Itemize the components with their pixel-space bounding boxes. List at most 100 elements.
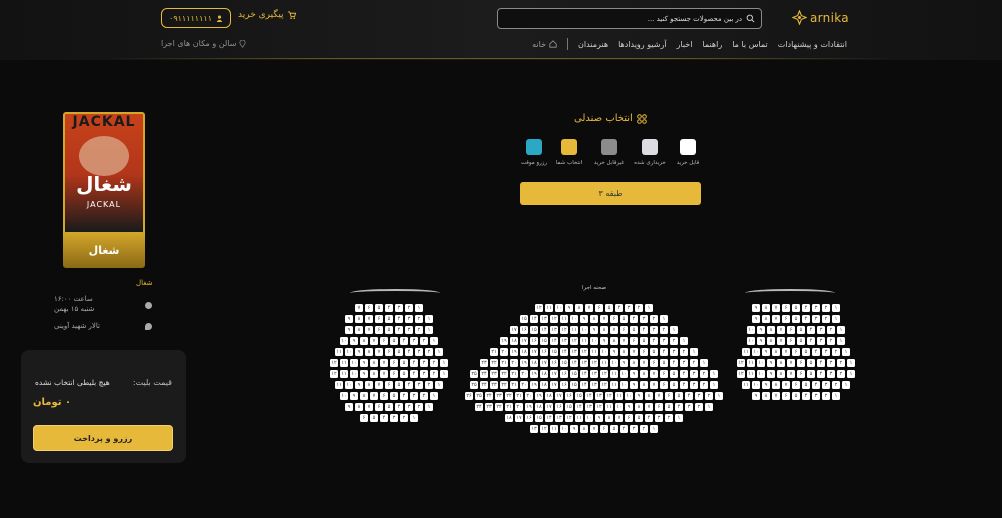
- center-block-seat[interactable]: ۱۶: [540, 348, 548, 356]
- right-block-seat[interactable]: ۵: [792, 304, 800, 312]
- center-block-seat[interactable]: ۱: [710, 370, 718, 378]
- center-block-seat[interactable]: ۷: [620, 337, 628, 345]
- center-block-seat[interactable]: ۲۴: [480, 370, 488, 378]
- right-block-seat[interactable]: ۷: [772, 304, 780, 312]
- center-block-seat[interactable]: ۱۳: [560, 337, 568, 345]
- center-block-seat[interactable]: ۲۵: [470, 381, 478, 389]
- center-block-seat[interactable]: ۲۰: [520, 370, 528, 378]
- left-block-seat[interactable]: ۳: [405, 326, 413, 334]
- center-block-seat[interactable]: ۱: [700, 359, 708, 367]
- right-block-seat[interactable]: ۲: [822, 315, 830, 323]
- center-block-seat[interactable]: ۱۴: [560, 348, 568, 356]
- left-block-seat[interactable]: ۱: [430, 392, 438, 400]
- right-block-seat[interactable]: ۷: [777, 326, 785, 334]
- left-block-seat[interactable]: ۳: [410, 337, 418, 345]
- right-block-seat[interactable]: ۱۱: [747, 370, 755, 378]
- center-block-seat[interactable]: ۲: [640, 425, 648, 433]
- left-block-seat[interactable]: ۳: [405, 403, 413, 411]
- nav-home[interactable]: خانه: [532, 40, 557, 49]
- center-block-seat[interactable]: ۲: [700, 381, 708, 389]
- right-block-seat[interactable]: ۶: [782, 304, 790, 312]
- center-block-seat[interactable]: ۶: [660, 370, 668, 378]
- center-block-seat[interactable]: ۹: [565, 304, 573, 312]
- right-block-seat[interactable]: ۲: [837, 370, 845, 378]
- center-block-seat[interactable]: ۱۱: [550, 425, 558, 433]
- center-block-seat[interactable]: ۶: [665, 392, 673, 400]
- right-block-seat[interactable]: ۵: [797, 337, 805, 345]
- left-block-seat[interactable]: ۵: [385, 315, 393, 323]
- center-block-seat[interactable]: ۱۶: [560, 381, 568, 389]
- left-block-seat[interactable]: ۱: [425, 315, 433, 323]
- left-block-seat[interactable]: ۲: [405, 304, 413, 312]
- center-block-seat[interactable]: ۱۶: [520, 326, 528, 334]
- left-block-seat[interactable]: ۴: [395, 326, 403, 334]
- left-block-seat[interactable]: ۲: [415, 403, 423, 411]
- right-block-seat[interactable]: ۶: [782, 392, 790, 400]
- left-block-seat[interactable]: ۵: [400, 359, 408, 367]
- left-block-seat[interactable]: ۱: [425, 403, 433, 411]
- left-block-seat[interactable]: ۷: [365, 326, 373, 334]
- left-block-seat[interactable]: ۸: [370, 370, 378, 378]
- center-block-seat[interactable]: ۲۱: [510, 370, 518, 378]
- center-block-seat[interactable]: ۳: [680, 359, 688, 367]
- left-block-seat[interactable]: ۱۰: [340, 392, 348, 400]
- left-block-seat[interactable]: ۵: [395, 381, 403, 389]
- center-block-seat[interactable]: ۱۱: [570, 326, 578, 334]
- left-block-seat[interactable]: ۵: [370, 414, 378, 422]
- right-block-seat[interactable]: ۳: [812, 304, 820, 312]
- left-block-seat[interactable]: ۹: [350, 337, 358, 345]
- center-block-seat[interactable]: ۱۴: [550, 337, 558, 345]
- left-block-seat[interactable]: ۶: [380, 392, 388, 400]
- center-block-seat[interactable]: ۱: [675, 414, 683, 422]
- right-block-seat[interactable]: ۲: [827, 337, 835, 345]
- left-block-seat[interactable]: ۲: [415, 326, 423, 334]
- center-block-seat[interactable]: ۴: [620, 425, 628, 433]
- center-block-seat[interactable]: ۵: [670, 381, 678, 389]
- center-block-seat[interactable]: ۱۷: [510, 326, 518, 334]
- center-block-seat[interactable]: ۹: [635, 392, 643, 400]
- left-block-seat[interactable]: ۵: [375, 304, 383, 312]
- right-block-seat[interactable]: ۵: [792, 315, 800, 323]
- center-block-seat[interactable]: ۲: [635, 304, 643, 312]
- center-block-seat[interactable]: ۱۳: [590, 370, 598, 378]
- center-block-seat[interactable]: ۲۴: [475, 403, 483, 411]
- center-block-seat[interactable]: ۵: [605, 304, 613, 312]
- left-block-seat[interactable]: ۵: [390, 337, 398, 345]
- center-block-seat[interactable]: ۳: [655, 414, 663, 422]
- center-block-seat[interactable]: ۴: [685, 392, 693, 400]
- center-block-seat[interactable]: ۲: [690, 359, 698, 367]
- left-block-seat[interactable]: ۶: [385, 381, 393, 389]
- center-block-seat[interactable]: ۱۰: [625, 392, 633, 400]
- right-block-seat[interactable]: ۶: [797, 359, 805, 367]
- left-block-seat[interactable]: ۲: [420, 337, 428, 345]
- center-block-seat[interactable]: ۷: [640, 359, 648, 367]
- left-block-seat[interactable]: ۹: [345, 403, 353, 411]
- center-block-seat[interactable]: ۱۷: [515, 414, 523, 422]
- left-block-seat[interactable]: ۱: [435, 381, 443, 389]
- left-block-seat[interactable]: ۵: [395, 348, 403, 356]
- center-block-seat[interactable]: ۱۲: [590, 359, 598, 367]
- right-block-seat[interactable]: ۹: [762, 381, 770, 389]
- center-block-seat[interactable]: ۲۲: [495, 403, 503, 411]
- center-block-seat[interactable]: ۱۵: [550, 348, 558, 356]
- right-block-seat[interactable]: ۹: [752, 304, 760, 312]
- left-block-seat[interactable]: ۱۰: [350, 370, 358, 378]
- right-block-seat[interactable]: ۶: [782, 315, 790, 323]
- right-block-seat[interactable]: ۱۱: [747, 359, 755, 367]
- center-block-seat[interactable]: ۲۵: [470, 370, 478, 378]
- center-block-seat[interactable]: ۱۴: [580, 381, 588, 389]
- left-block-seat[interactable]: ۷: [365, 315, 373, 323]
- center-block-seat[interactable]: ۵: [670, 370, 678, 378]
- center-block-seat[interactable]: ۱۶: [530, 337, 538, 345]
- left-block-seat[interactable]: ۷: [365, 403, 373, 411]
- left-block-seat[interactable]: ۷: [375, 348, 383, 356]
- right-block-seat[interactable]: ۱۲: [737, 359, 745, 367]
- left-block-seat[interactable]: ۶: [365, 304, 373, 312]
- center-block-seat[interactable]: ۱: [705, 403, 713, 411]
- center-block-seat[interactable]: ۱: [660, 315, 668, 323]
- right-block-seat[interactable]: ۹: [752, 315, 760, 323]
- right-block-seat[interactable]: ۶: [797, 370, 805, 378]
- center-block-seat[interactable]: ۹: [570, 425, 578, 433]
- right-block-seat[interactable]: ۱۰: [752, 348, 760, 356]
- center-block-seat[interactable]: ۹: [630, 381, 638, 389]
